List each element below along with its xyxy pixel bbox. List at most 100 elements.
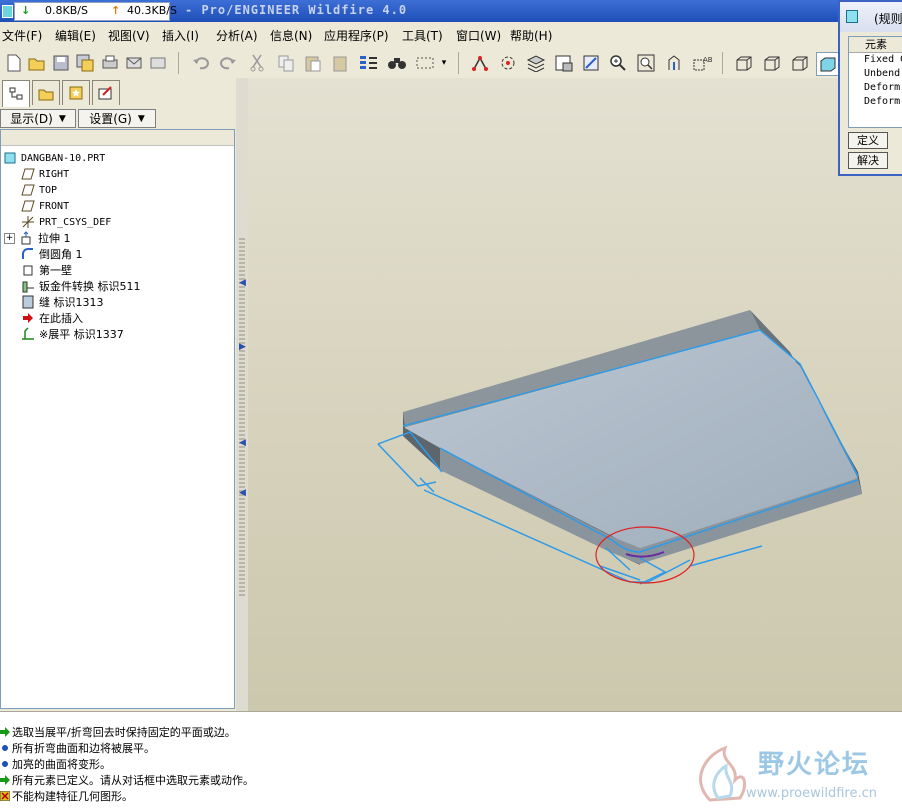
watermark-name: 野火论坛 (758, 750, 871, 780)
save-copy-icon[interactable] (74, 52, 96, 74)
cut-icon[interactable] (246, 52, 268, 74)
collapse-arrow-icon[interactable]: ◀ (239, 278, 246, 288)
panel-splitter[interactable]: ◀ ▶ ◀ ◀ (236, 78, 248, 711)
tab-model-tree[interactable] (2, 80, 30, 107)
tree-item-round[interactable]: 倒圆角 1 (20, 246, 250, 262)
saved-views-icon[interactable] (553, 52, 575, 74)
tree-item-flatten[interactable]: ※展平 标识1337 (20, 326, 250, 342)
menu-tools[interactable]: 工具(T) (402, 27, 443, 44)
tree-item-insert-here[interactable]: 在此插入 (20, 310, 250, 326)
list-row-deform-2[interactable]: Deform (849, 95, 902, 109)
main-toolbar: ▾ AB (0, 48, 902, 79)
tab-favorites[interactable] (62, 80, 90, 105)
selection-dropdown-icon[interactable]: ▾ (438, 52, 450, 74)
tree-item-first-wall[interactable]: 第一壁 (20, 262, 250, 278)
menu-file[interactable]: 文件(F) (2, 27, 42, 44)
find-binoculars-icon[interactable] (386, 52, 408, 74)
network-speed-widget: ↓ 0.8KB/S ↑ 40.3KB/S (14, 2, 177, 21)
graphics-window[interactable] (248, 78, 902, 711)
undo-icon[interactable] (190, 52, 212, 74)
info-dot-icon (0, 758, 10, 770)
expand-plus-icon[interactable]: + (4, 232, 15, 244)
tree-item-label: TOP (39, 184, 58, 196)
menu-applications[interactable]: 应用程序(P) (324, 27, 389, 44)
open-folder-icon[interactable] (26, 52, 48, 74)
message-line: 所有元素已定义。请从对话框中选取元素或动作。 (0, 772, 254, 788)
zoom-in-icon[interactable] (607, 52, 629, 74)
list-row-deform[interactable]: Deform (849, 81, 902, 95)
save-icon[interactable] (50, 52, 72, 74)
print-icon[interactable] (99, 52, 121, 74)
no-hidden-icon[interactable] (789, 52, 811, 74)
redo-icon[interactable] (217, 52, 239, 74)
selection-box-icon[interactable] (414, 52, 436, 74)
menu-analysis[interactable]: 分析(A) (216, 27, 258, 44)
spin-center-icon[interactable] (497, 52, 519, 74)
tree-item-csys[interactable]: PRT_CSYS_DEF (20, 214, 250, 230)
menu-info[interactable]: 信息(N) (270, 27, 312, 44)
mail-attach-icon[interactable] (147, 52, 169, 74)
tree-item-sheetmetal-convert[interactable]: 钣金件转换 标识511 (20, 278, 250, 294)
menu-help[interactable]: 帮助(H) (510, 27, 552, 44)
tree-item-rip[interactable]: 缝 标识1313 (20, 294, 250, 310)
annotation-display-icon[interactable]: AB (691, 52, 713, 74)
error-icon (0, 790, 10, 802)
tree-item-front[interactable]: FRONT (20, 198, 250, 214)
first-wall-icon (20, 263, 36, 277)
menu-window[interactable]: 窗口(W) (456, 27, 501, 44)
view-manager-icon[interactable] (580, 52, 602, 74)
toolbar-separator (722, 52, 723, 74)
paste-special-icon[interactable] (330, 52, 352, 74)
message-text: 不能构建特征几何图形。 (12, 790, 133, 803)
dialog-icon (846, 10, 858, 23)
extrude-icon (19, 231, 35, 245)
download-speed: 0.8KB/S (45, 4, 88, 17)
connections-icon (98, 86, 112, 100)
tree-root[interactable]: DANGBAN-10.PRT (2, 150, 232, 166)
wireframe-icon[interactable] (733, 52, 755, 74)
tree-item-right[interactable]: RIGHT (20, 166, 250, 182)
datum-points-icon[interactable] (469, 52, 491, 74)
tree-header (1, 130, 234, 146)
menu-bar: 文件(F) 编辑(E) 视图(V) 插入(I) 分析(A) 信息(N) 应用程序… (0, 22, 840, 46)
solve-button[interactable]: 解决 (848, 152, 888, 169)
send-mail-icon[interactable] (123, 52, 145, 74)
tree-item-label: 在此插入 (39, 312, 83, 325)
tree-item-label: 钣金件转换 标识511 (39, 280, 141, 293)
info-dot-icon (0, 742, 10, 754)
show-dropdown[interactable]: 显示(D) ▼ (0, 109, 76, 128)
shading-icon[interactable] (816, 52, 840, 76)
tree-item-label: 倒圆角 1 (39, 248, 83, 261)
menu-edit[interactable]: 编辑(E) (55, 27, 96, 44)
settings-label: 设置(G) (89, 112, 132, 126)
tree-item-top[interactable]: TOP (20, 182, 250, 198)
hidden-line-icon[interactable] (761, 52, 783, 74)
settings-dropdown[interactable]: 设置(G) ▼ (78, 109, 156, 128)
tree-item-extrude[interactable]: + 拉伸 1 (4, 230, 234, 246)
upload-arrow-icon: ↑ (111, 4, 121, 17)
list-row-fixed-geometry[interactable]: Fixed G (849, 53, 902, 67)
regenerate-icon[interactable] (358, 52, 380, 74)
list-row-unbend[interactable]: Unbend (849, 67, 902, 81)
dropdown-arrow-icon: ▼ (137, 113, 145, 124)
message-text: 所有折弯曲面和边将被展平。 (12, 742, 155, 755)
expand-arrow-icon[interactable]: ▶ (239, 342, 246, 352)
new-file-icon[interactable] (3, 52, 25, 74)
model-tree-icon (9, 87, 23, 100)
collapse-arrow-icon[interactable]: ◀ (239, 488, 246, 498)
reorient-icon[interactable] (663, 52, 685, 74)
svg-text:AB: AB (703, 56, 712, 64)
paste-icon[interactable] (302, 52, 324, 74)
upload-speed: 40.3KB/S (127, 4, 177, 17)
define-button[interactable]: 定义 (848, 132, 888, 149)
toolbar-separator (178, 52, 179, 74)
tab-folder-browser[interactable] (32, 80, 60, 105)
copy-icon[interactable] (275, 52, 297, 74)
menu-view[interactable]: 视图(V) (108, 27, 150, 44)
zoom-fit-icon[interactable] (635, 52, 657, 74)
layers-icon[interactable] (525, 52, 547, 74)
tab-connections[interactable] (92, 80, 120, 105)
collapse-arrow-icon[interactable]: ◀ (239, 438, 246, 448)
menu-insert[interactable]: 插入(I) (162, 27, 199, 44)
message-line: 选取当展平/折弯回去时保持固定的平面或边。 (0, 724, 236, 740)
